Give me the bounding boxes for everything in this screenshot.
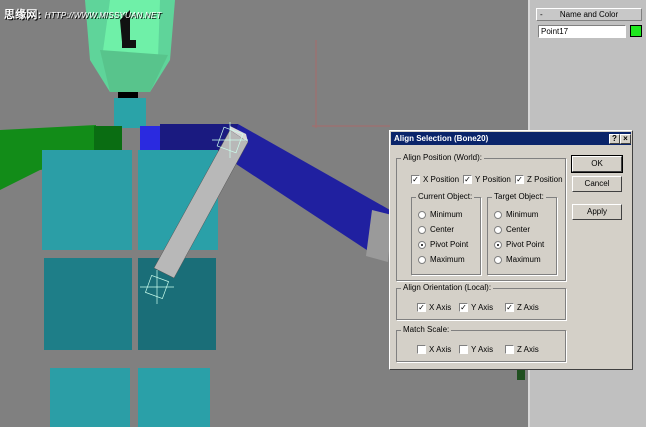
- character-torso: [42, 150, 132, 250]
- radio-selected-icon: [494, 240, 502, 249]
- character-arm-right: [230, 124, 390, 260]
- scale-y-axis-checkbox[interactable]: Y Axis: [459, 345, 493, 354]
- current-pivot-point-label: Pivot Point: [430, 240, 469, 249]
- check-icon: ✓: [459, 303, 468, 312]
- scale-z-axis-checkbox[interactable]: Z Axis: [505, 345, 539, 354]
- check-icon: ✓: [463, 175, 472, 184]
- watermark-url: HTTP://WWW.MISSYUAN.NET: [44, 11, 162, 20]
- current-object-group: Current Object: Minimum Center Pivot Poi…: [411, 192, 481, 275]
- radio-icon: [494, 210, 502, 219]
- y-position-label: Y Position: [475, 175, 511, 184]
- align-position-group: Align Position (World): ✓ X Position ✓ Y…: [396, 153, 566, 281]
- target-object-title: Target Object:: [492, 192, 546, 202]
- radio-icon: [418, 225, 426, 234]
- align-position-title: Align Position (World):: [401, 153, 484, 163]
- target-center-radio[interactable]: Center: [494, 225, 530, 234]
- unchecked-box-icon: [459, 345, 468, 354]
- dialog-title: Align Selection (Bone20): [394, 134, 489, 143]
- target-object-group: Target Object: Minimum Center Pivot Poin…: [487, 192, 557, 275]
- close-button[interactable]: ×: [620, 134, 631, 144]
- object-color-swatch[interactable]: [630, 25, 642, 37]
- current-pivot-point-radio[interactable]: Pivot Point: [418, 240, 468, 249]
- name-and-color-rollout-header[interactable]: - Name and Color: [536, 8, 642, 21]
- radio-icon: [494, 225, 502, 234]
- dialog-titlebar[interactable]: Align Selection (Bone20) ? ×: [391, 132, 631, 145]
- check-icon: ✓: [505, 303, 514, 312]
- check-icon: ✓: [417, 303, 426, 312]
- match-scale-group: Match Scale: X Axis Y Axis Z Axis: [396, 325, 566, 362]
- ok-button[interactable]: OK: [571, 155, 623, 173]
- y-position-checkbox[interactable]: ✓ Y Position: [463, 175, 511, 184]
- radio-icon: [494, 255, 502, 264]
- target-maximum-label: Maximum: [506, 255, 541, 264]
- z-position-checkbox[interactable]: ✓ Z Position: [515, 175, 563, 184]
- watermark-brand: 思缘网:: [4, 9, 42, 21]
- radio-selected-icon: [418, 240, 426, 249]
- orientation-x-axis-label: X Axis: [429, 303, 452, 312]
- align-orientation-title: Align Orientation (Local):: [401, 283, 494, 293]
- unchecked-box-icon: [505, 345, 514, 354]
- scale-x-axis-label: X Axis: [429, 345, 452, 354]
- scale-y-axis-label: Y Axis: [471, 345, 494, 354]
- current-minimum-label: Minimum: [430, 210, 463, 219]
- rollout-title: Name and Color: [559, 10, 619, 19]
- target-minimum-label: Minimum: [506, 210, 539, 219]
- orientation-z-axis-label: Z Axis: [517, 303, 539, 312]
- current-center-label: Center: [430, 225, 455, 234]
- cancel-button[interactable]: Cancel: [572, 176, 622, 192]
- unchecked-box-icon: [417, 345, 426, 354]
- orientation-y-axis-checkbox[interactable]: ✓ Y Axis: [459, 303, 493, 312]
- object-name-input[interactable]: Point17: [538, 25, 626, 38]
- apply-button[interactable]: Apply: [572, 204, 622, 220]
- target-center-label: Center: [506, 225, 531, 234]
- rollout-collapse-icon: -: [540, 10, 543, 19]
- z-position-label: Z Position: [527, 175, 563, 184]
- orientation-y-axis-label: Y Axis: [471, 303, 494, 312]
- orientation-x-axis-checkbox[interactable]: ✓ X Axis: [417, 303, 451, 312]
- watermark: 思缘网: HTTP://WWW.MISSYUAN.NET: [4, 6, 161, 22]
- help-button[interactable]: ?: [609, 134, 620, 144]
- orientation-z-axis-checkbox[interactable]: ✓ Z Axis: [505, 303, 539, 312]
- target-pivot-point-label: Pivot Point: [506, 240, 545, 249]
- check-icon: ✓: [411, 175, 420, 184]
- radio-icon: [418, 210, 426, 219]
- match-scale-title: Match Scale:: [401, 325, 452, 335]
- character-neck: [114, 98, 146, 128]
- current-object-title: Current Object:: [416, 192, 475, 202]
- x-position-checkbox[interactable]: ✓ X Position: [411, 175, 459, 184]
- align-orientation-group: Align Orientation (Local): ✓ X Axis ✓ Y …: [396, 283, 566, 320]
- target-minimum-radio[interactable]: Minimum: [494, 210, 538, 219]
- target-maximum-radio[interactable]: Maximum: [494, 255, 541, 264]
- target-pivot-point-radio[interactable]: Pivot Point: [494, 240, 544, 249]
- scale-x-axis-checkbox[interactable]: X Axis: [417, 345, 451, 354]
- current-center-radio[interactable]: Center: [418, 225, 454, 234]
- scale-z-axis-label: Z Axis: [517, 345, 539, 354]
- align-selection-dialog: Align Selection (Bone20) ? × Align Posit…: [389, 130, 633, 370]
- check-icon: ✓: [515, 175, 524, 184]
- x-position-label: X Position: [423, 175, 460, 184]
- current-minimum-radio[interactable]: Minimum: [418, 210, 462, 219]
- current-maximum-radio[interactable]: Maximum: [418, 255, 465, 264]
- radio-icon: [418, 255, 426, 264]
- current-maximum-label: Maximum: [430, 255, 465, 264]
